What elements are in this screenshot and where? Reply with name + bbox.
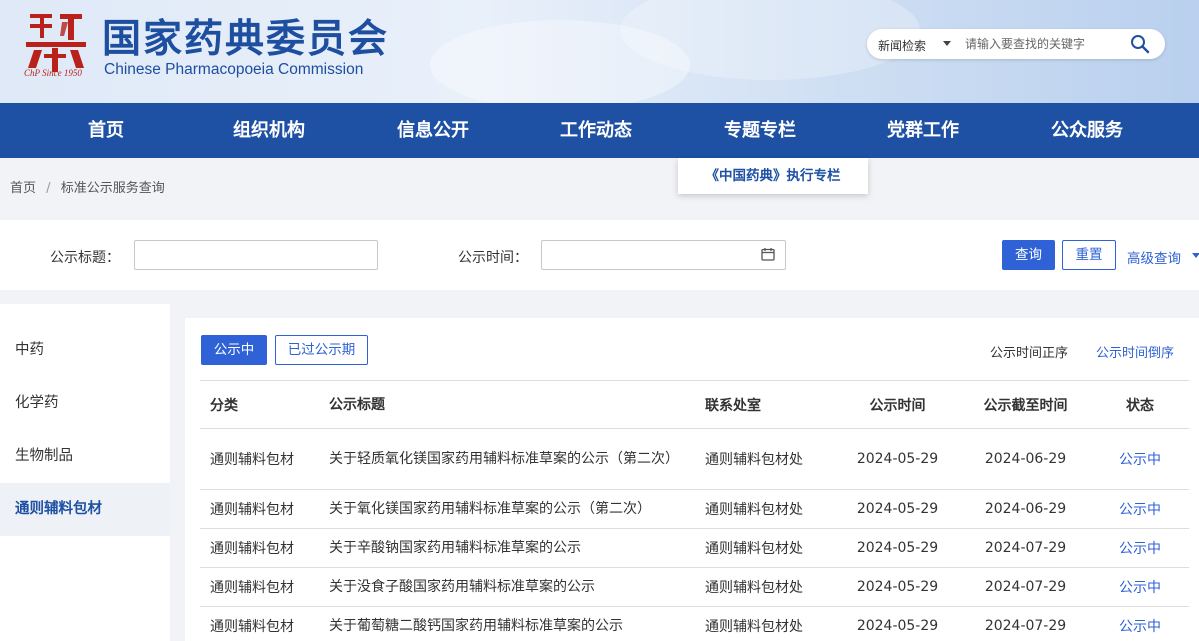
- row-category: 通则辅料包材: [210, 452, 294, 468]
- row-title-link[interactable]: 关于氧化镁国家药用辅料标准草案的公示（第二次）: [329, 490, 689, 528]
- row-status[interactable]: 公示中: [1100, 490, 1180, 528]
- nav-item-work-news[interactable]: 工作动态: [536, 103, 656, 158]
- search-input[interactable]: [965, 35, 1115, 53]
- nav-item-organization[interactable]: 组织机构: [209, 103, 329, 158]
- row-deadline: 2024-06-29: [984, 451, 1067, 467]
- chevron-down-icon[interactable]: [1192, 253, 1199, 258]
- sort-time-ascending[interactable]: 公示时间正序: [990, 342, 1068, 361]
- time-filter-label: 公示时间：: [458, 250, 528, 266]
- row-deadline: 2024-07-29: [984, 540, 1067, 556]
- table-header: 分类 公示标题 联系处室 公示时间 公示截至时间 状态: [200, 381, 1189, 429]
- search-icon[interactable]: [1129, 34, 1151, 54]
- column-header-status: 状态: [1126, 397, 1154, 414]
- row-office: 通则辅料包材处: [705, 452, 803, 468]
- row-category: 通则辅料包材: [210, 502, 294, 518]
- table-row[interactable]: 通则辅料包材 关于辛酸钠国家药用辅料标准草案的公示 通则辅料包材处 2024-0…: [200, 529, 1189, 568]
- row-deadline: 2024-06-29: [984, 501, 1067, 517]
- nav-item-party-work[interactable]: 党群工作: [863, 103, 983, 158]
- sidebar-item-tcm[interactable]: 中药: [0, 324, 170, 377]
- chevron-down-icon[interactable]: [943, 41, 951, 46]
- query-panel: 公示标题： 公示时间： 查询 重置 高级查询: [0, 220, 1199, 290]
- column-header-office: 联系处室: [705, 397, 761, 414]
- time-filter-input[interactable]: [541, 240, 786, 270]
- row-deadline: 2024-07-29: [984, 579, 1067, 595]
- news-search-box: 新闻检索: [867, 29, 1165, 59]
- row-category: 通则辅料包材: [210, 580, 294, 596]
- row-title-link[interactable]: 关于葡萄糖二酸钙国家药用辅料标准草案的公示: [329, 607, 689, 641]
- logo-title-en: Chinese Pharmacopoeia Commission: [104, 61, 364, 78]
- row-date: 2024-05-29: [856, 451, 939, 467]
- column-header-deadline: 公示截至时间: [983, 397, 1068, 414]
- nav-item-home[interactable]: 首页: [46, 103, 166, 158]
- logo-title-cn[interactable]: 国家药典委员会: [102, 8, 389, 64]
- title-filter-label: 公示标题：: [50, 250, 120, 266]
- tab-in-notice[interactable]: 公示中: [201, 335, 267, 365]
- row-status[interactable]: 公示中: [1100, 529, 1180, 567]
- table-row[interactable]: 通则辅料包材 关于氧化镁国家药用辅料标准草案的公示（第二次） 通则辅料包材处 2…: [200, 490, 1189, 529]
- reset-button[interactable]: 重置: [1062, 240, 1116, 270]
- row-office: 通则辅料包材处: [705, 502, 803, 518]
- row-status[interactable]: 公示中: [1100, 429, 1180, 489]
- notice-list-panel: 公示中 已过公示期 公示时间正序 公示时间倒序 分类 公示标题 联系处室 公示时…: [185, 318, 1199, 641]
- advanced-search-link[interactable]: 高级查询: [1127, 247, 1181, 267]
- row-date: 2024-05-29: [856, 579, 939, 595]
- row-office: 通则辅料包材处: [705, 580, 803, 596]
- category-sidebar: 中药 化学药 生物制品 通则辅料包材: [0, 304, 170, 641]
- row-date: 2024-05-29: [856, 618, 939, 634]
- sidebar-item-chemical-drugs[interactable]: 化学药: [0, 377, 170, 430]
- main-nav: 首页 组织机构 信息公开 工作动态 专题专栏 党群工作 公众服务: [0, 103, 1199, 158]
- nav-item-special-topics[interactable]: 专题专栏: [700, 103, 820, 158]
- calendar-icon[interactable]: [761, 247, 775, 261]
- nav-item-public-service[interactable]: 公众服务: [1027, 103, 1147, 158]
- row-status[interactable]: 公示中: [1100, 607, 1180, 641]
- breadcrumb-separator: /: [46, 181, 51, 196]
- table-row[interactable]: 通则辅料包材 关于没食子酸国家药用辅料标准草案的公示 通则辅料包材处 2024-…: [200, 568, 1189, 607]
- nav-item-info-disclosure[interactable]: 信息公开: [373, 103, 493, 158]
- row-title-link[interactable]: 关于辛酸钠国家药用辅料标准草案的公示: [329, 529, 689, 567]
- breadcrumb-home[interactable]: 首页: [10, 181, 36, 196]
- query-button[interactable]: 查询: [1002, 240, 1055, 270]
- column-header-title: 公示标题: [329, 396, 385, 413]
- search-scope-select[interactable]: 新闻检索: [878, 37, 926, 54]
- row-title-link[interactable]: 关于没食子酸国家药用辅料标准草案的公示: [329, 568, 689, 606]
- row-office: 通则辅料包材处: [705, 541, 803, 557]
- table-row[interactable]: 通则辅料包材 关于轻质氧化镁国家药用辅料标准草案的公示（第二次） 通则辅料包材处…: [200, 429, 1189, 490]
- sidebar-item-biologics[interactable]: 生物制品: [0, 430, 170, 483]
- site-header: ChP Since 1950 国家药典委员会 Chinese Pharmacop…: [0, 0, 1199, 103]
- row-deadline: 2024-07-29: [984, 618, 1067, 634]
- breadcrumb-current: 标准公示服务查询: [60, 181, 165, 196]
- column-header-date: 公示时间: [869, 397, 926, 414]
- column-header-category: 分类: [210, 397, 238, 414]
- logo-since-text: ChP Since 1950: [24, 68, 82, 78]
- row-title-link[interactable]: 关于轻质氧化镁国家药用辅料标准草案的公示（第二次）: [329, 429, 689, 489]
- row-date: 2024-05-29: [856, 540, 939, 556]
- tab-expired[interactable]: 已过公示期: [275, 335, 368, 365]
- row-office: 通则辅料包材处: [705, 619, 803, 635]
- notice-table: 分类 公示标题 联系处室 公示时间 公示截至时间 状态 通则辅料包材 关于轻质氧…: [200, 380, 1189, 641]
- sidebar-item-general-excipients-packaging[interactable]: 通则辅料包材: [0, 483, 170, 536]
- nav-dropdown-item-pharmacopoeia-column[interactable]: 《中国药典》执行专栏: [678, 158, 868, 194]
- title-filter-input[interactable]: [134, 240, 378, 270]
- row-date: 2024-05-29: [856, 501, 939, 517]
- breadcrumb: 首页 / 标准公示服务查询: [10, 177, 171, 196]
- row-status[interactable]: 公示中: [1100, 568, 1180, 606]
- row-category: 通则辅料包材: [210, 541, 294, 557]
- table-row[interactable]: 通则辅料包材 关于葡萄糖二酸钙国家药用辅料标准草案的公示 通则辅料包材处 202…: [200, 607, 1189, 641]
- row-category: 通则辅料包材: [210, 619, 294, 635]
- sort-time-descending[interactable]: 公示时间倒序: [1096, 342, 1174, 361]
